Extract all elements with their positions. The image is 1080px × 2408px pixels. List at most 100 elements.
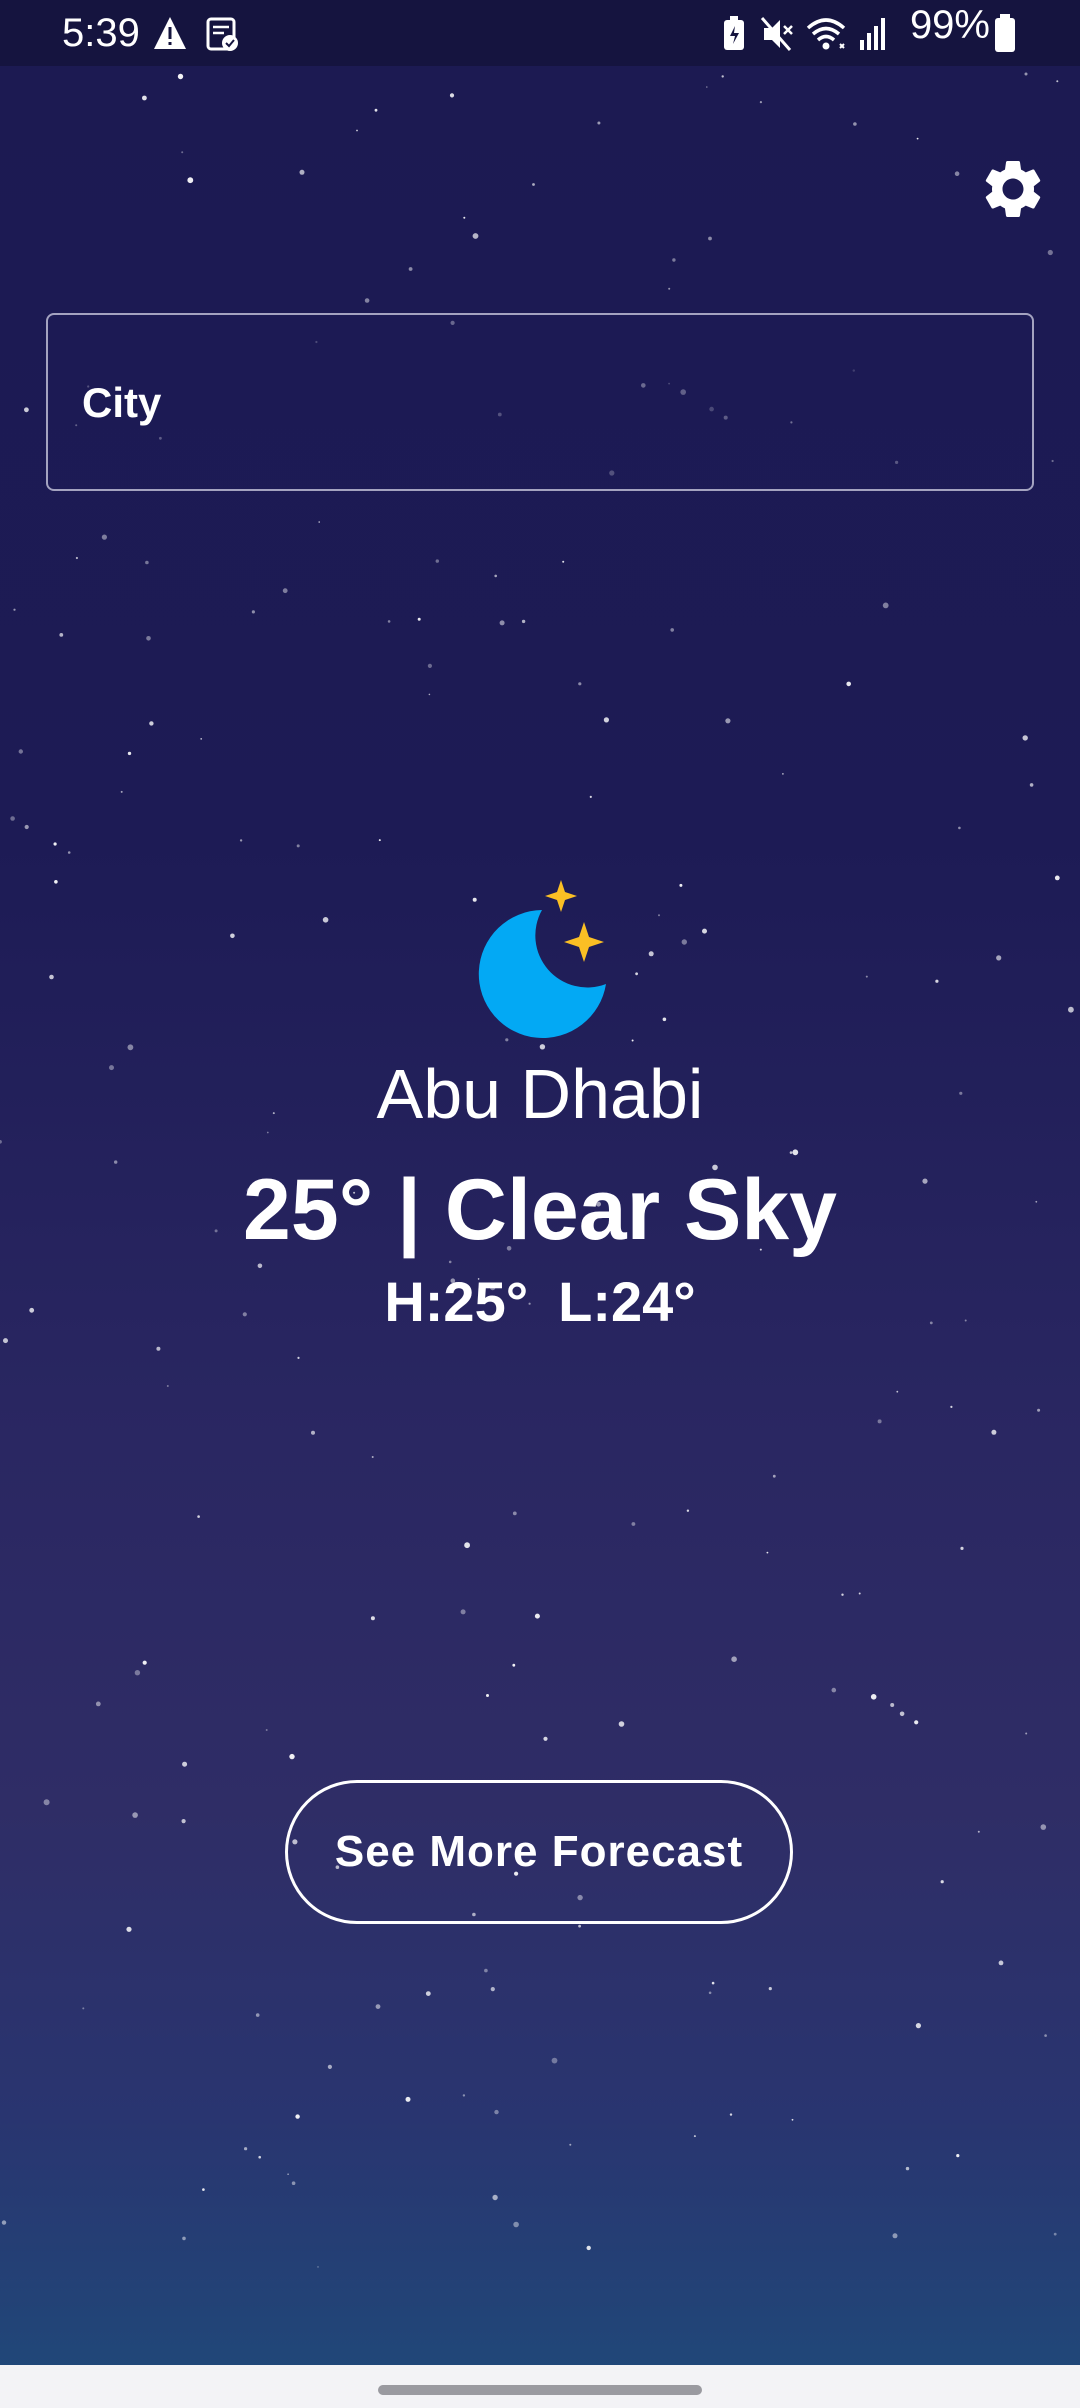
star-dot: [597, 121, 601, 125]
star-dot: [145, 560, 149, 565]
star-dot: [648, 951, 654, 957]
star-dot: [428, 693, 431, 696]
star-dot: [1054, 875, 1060, 881]
star-dot: [1, 2220, 7, 2225]
star-dot: [956, 2154, 960, 2158]
star-dot: [686, 1509, 690, 1512]
star-dot: [1040, 1824, 1047, 1830]
star-dot: [297, 1356, 300, 1359]
star-dot: [371, 1456, 374, 1458]
star-dot: [998, 1960, 1004, 1966]
star-dot: [578, 1924, 581, 1928]
temperature-condition: 25° | Clear Sky: [243, 1162, 837, 1258]
star-dot: [1024, 72, 1028, 76]
star-dot: [916, 137, 919, 140]
star-dot: [464, 1542, 470, 1549]
star-dot: [0, 1140, 2, 1144]
star-dot: [899, 1711, 905, 1717]
city-input[interactable]: [80, 367, 984, 439]
warning-icon: [154, 17, 186, 49]
star-dot: [618, 1721, 625, 1727]
star-dot: [846, 681, 851, 687]
star-dot: [841, 1593, 844, 1596]
star-dot: [322, 917, 329, 923]
clipboard-check-icon: [206, 17, 238, 51]
star-dot: [486, 1694, 489, 1697]
star-dot: [127, 751, 132, 756]
star-dot: [132, 1812, 138, 1818]
star-dot: [59, 633, 64, 637]
star-dot: [448, 1260, 452, 1264]
star-dot: [662, 1017, 667, 1022]
star-dot: [18, 749, 23, 754]
star-dot: [181, 151, 184, 154]
star-dot: [462, 2094, 466, 2097]
star-dot: [494, 574, 498, 578]
high-temperature: H:25°: [384, 1270, 529, 1333]
star-dot: [768, 1987, 772, 1991]
star-dot: [960, 1546, 964, 1550]
weather-screen: 5:39 99% City Abu Dhabi 25° | Clear Sky …: [0, 0, 1080, 2408]
star-dot: [370, 1616, 375, 1621]
star-dot: [299, 169, 305, 175]
star-dot: [711, 1981, 715, 1985]
star-dot: [1056, 80, 1059, 83]
star-dot: [251, 610, 255, 614]
star-dot: [792, 1149, 799, 1156]
star-dot: [905, 2166, 910, 2171]
star-dot: [1025, 1732, 1028, 1735]
star-dot: [53, 842, 57, 846]
star-dot: [853, 122, 857, 126]
star-dot: [532, 183, 535, 186]
star-dot: [244, 2147, 248, 2151]
star-dot: [706, 86, 708, 88]
star-dot: [892, 2233, 898, 2239]
star-dot: [54, 880, 58, 884]
star-dot: [721, 75, 724, 78]
star-dot: [134, 1670, 141, 1676]
star-dot: [460, 1609, 466, 1615]
star-dot: [954, 171, 960, 176]
star-dot: [291, 2181, 296, 2185]
star-dot: [378, 839, 381, 842]
star-dot: [759, 101, 763, 104]
star-dot: [896, 1390, 899, 1393]
star-dot: [729, 2113, 733, 2116]
high-low-temperature: H:25° L:24°: [0, 1268, 1080, 1336]
star-dot: [142, 1660, 147, 1665]
star-dot: [239, 839, 243, 842]
star-dot: [492, 2194, 498, 2201]
star-dot: [991, 1429, 997, 1435]
battery-saver-icon: [724, 16, 744, 50]
star-dot: [375, 2004, 381, 2009]
see-more-forecast-button[interactable]: See More Forecast: [285, 1780, 793, 1924]
star-dot: [311, 1430, 315, 1435]
star-dot: [1044, 2034, 1047, 2037]
star-dot: [197, 1515, 200, 1518]
city-search-field[interactable]: [46, 313, 1034, 491]
star-dot: [766, 1551, 769, 1554]
home-gesture-handle[interactable]: [378, 2385, 702, 2395]
star-dot: [387, 620, 391, 623]
star-dot: [265, 1729, 268, 1731]
star-dot: [679, 883, 683, 887]
star-dot: [1068, 1006, 1074, 1013]
star-dot: [1053, 2232, 1057, 2236]
settings-button[interactable]: [978, 154, 1048, 224]
star-dot: [463, 216, 466, 219]
star-dot: [631, 1522, 636, 1526]
mute-icon: [760, 17, 793, 51]
star-dot: [101, 534, 107, 540]
star-dot: [126, 1926, 132, 1932]
star-dot: [731, 1656, 737, 1662]
star-dot: [490, 1987, 495, 1992]
star-dot: [417, 617, 421, 621]
signal-icon: [860, 18, 885, 50]
star-dot: [996, 955, 1002, 961]
star-dot: [950, 1405, 953, 1408]
star-dot: [551, 2057, 558, 2064]
status-left-icons: [154, 17, 238, 51]
star-dot: [877, 1419, 882, 1424]
star-dot: [10, 816, 15, 821]
city-name: Abu Dhabi: [376, 1055, 704, 1133]
